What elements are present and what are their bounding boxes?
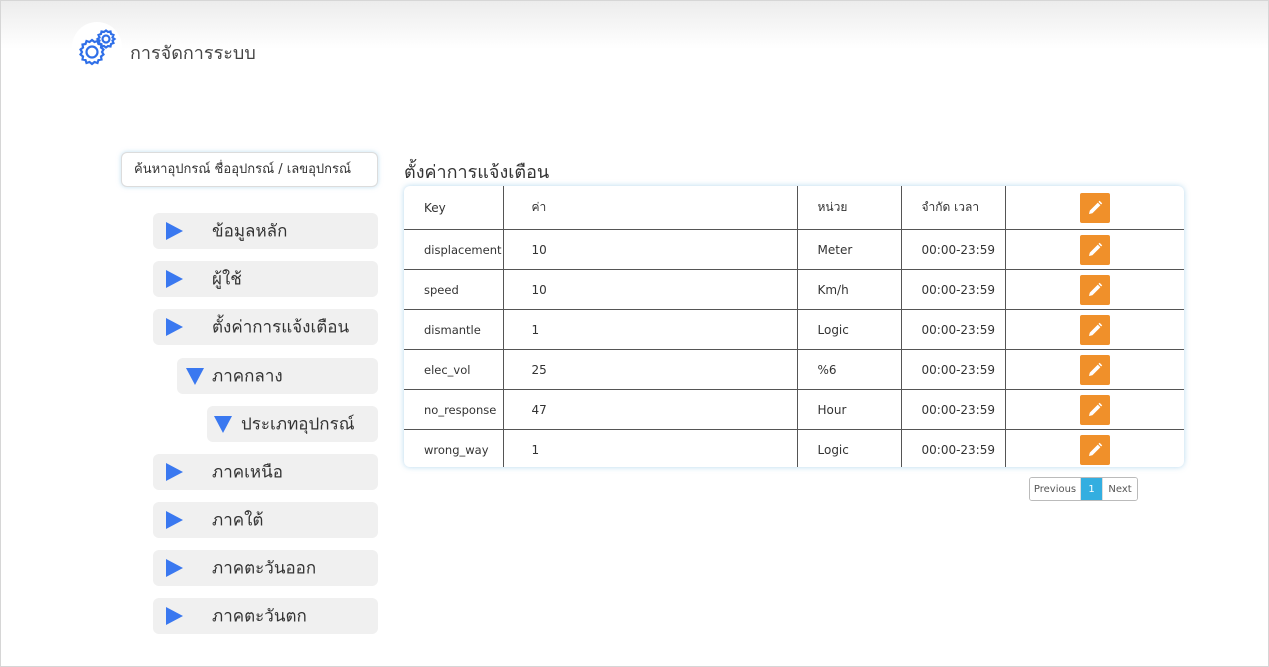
sidebar-item-device-type[interactable]: ประเภทอุปกรณ์	[207, 406, 378, 442]
cell-value: 47	[503, 389, 798, 430]
triangle-right-icon	[166, 607, 183, 625]
edit-row-button[interactable]	[1079, 234, 1110, 265]
edit-row-button[interactable]	[1079, 274, 1110, 305]
section-title: ตั้งค่าการแจ้งเตือน	[404, 162, 550, 183]
triangle-right-icon	[166, 559, 183, 577]
cell-time: 00:00-23:59	[901, 229, 1006, 270]
cell-action	[1005, 430, 1184, 468]
table-row: no_response 47 Hour 00:00-23:59	[404, 389, 1184, 430]
cell-unit: Hour	[797, 389, 902, 430]
cell-action	[1005, 389, 1184, 430]
cell-time: 00:00-23:59	[901, 269, 1006, 310]
sidebar-item-label: ภาคใต้	[212, 510, 264, 531]
edit-row-button[interactable]	[1079, 314, 1110, 345]
triangle-right-icon	[166, 318, 183, 336]
triangle-right-icon	[166, 511, 183, 529]
cell-value: 10	[503, 269, 798, 310]
sidebar-item-south[interactable]: ภาคใต้	[153, 502, 378, 538]
sidebar-item-label: ภาคเหนือ	[212, 462, 283, 483]
table-row: dismantle 1 Logic 00:00-23:59	[404, 309, 1184, 350]
sidebar-item-east[interactable]: ภาคตะวันออก	[153, 550, 378, 586]
cell-key: speed	[404, 269, 504, 310]
cell-key: wrong_way	[404, 429, 504, 467]
sidebar-item-master-data[interactable]: ข้อมูลหลัก	[153, 213, 378, 249]
cell-value: 10	[503, 229, 798, 270]
edit-all-button[interactable]	[1079, 192, 1110, 223]
sidebar-item-alert-settings[interactable]: ตั้งค่าการแจ้งเตือน	[153, 309, 378, 345]
table-row: elec_vol 25 %6 00:00-23:59	[404, 349, 1184, 390]
column-header-time: จำกัด เวลา	[901, 186, 1006, 230]
sidebar-item-north[interactable]: ภาคเหนือ	[153, 454, 378, 490]
cell-action	[1005, 349, 1184, 390]
triangle-right-icon	[166, 270, 183, 288]
sidebar-item-central[interactable]: ภาคกลาง	[177, 358, 378, 394]
cell-key: elec_vol	[404, 349, 504, 390]
edit-row-button[interactable]	[1079, 394, 1110, 425]
gears-icon	[72, 22, 122, 72]
table-row: speed 10 Km/h 00:00-23:59	[404, 269, 1184, 310]
column-header-value: ค่า	[503, 186, 798, 230]
alert-settings-table: Key ค่า หน่วย จำกัด เวลา displacement 10…	[404, 186, 1184, 467]
edit-row-button[interactable]	[1079, 354, 1110, 385]
cell-unit: Km/h	[797, 269, 902, 310]
cell-unit: Logic	[797, 309, 902, 350]
column-header-key: Key	[404, 186, 504, 230]
sidebar-item-label: ภาคตะวันตก	[212, 606, 307, 627]
table-row: displacement 10 Meter 00:00-23:59	[404, 229, 1184, 270]
cell-unit: %6	[797, 349, 902, 390]
cell-unit: Meter	[797, 229, 902, 270]
cell-time: 00:00-23:59	[901, 389, 1006, 430]
page-title: การจัดการระบบ	[130, 43, 256, 64]
edit-row-button[interactable]	[1079, 434, 1110, 465]
sidebar-item-label: ภาคตะวันออก	[212, 558, 317, 579]
sidebar-item-west[interactable]: ภาคตะวันตก	[153, 598, 378, 634]
cell-key: dismantle	[404, 309, 504, 350]
cell-value: 25	[503, 349, 798, 390]
sidebar-item-label: ตั้งค่าการแจ้งเตือน	[212, 317, 350, 338]
pencil-icon	[1088, 322, 1102, 336]
sidebar-item-label: ประเภทอุปกรณ์	[241, 414, 355, 435]
pencil-icon	[1088, 282, 1102, 296]
cell-time: 00:00-23:59	[901, 309, 1006, 350]
pagination-page-current[interactable]: 1	[1081, 478, 1102, 500]
pencil-icon	[1088, 200, 1102, 214]
sidebar-item-users[interactable]: ผู้ใช้	[153, 261, 378, 297]
triangle-down-icon	[186, 368, 204, 385]
cell-key: displacement	[404, 229, 504, 270]
pagination-previous[interactable]: Previous	[1030, 478, 1081, 500]
triangle-down-icon	[214, 416, 232, 433]
device-search-input[interactable]	[121, 152, 378, 187]
cell-action	[1005, 229, 1184, 270]
cell-time: 00:00-23:59	[901, 349, 1006, 390]
cell-action	[1005, 309, 1184, 350]
table-row: wrong_way 1 Logic 00:00-23:59	[404, 429, 1184, 468]
triangle-right-icon	[166, 463, 183, 481]
pagination: Previous 1 Next	[1029, 477, 1138, 501]
cell-key: no_response	[404, 389, 504, 430]
column-header-action	[1005, 186, 1184, 230]
pencil-icon	[1088, 362, 1102, 376]
column-header-unit: หน่วย	[797, 186, 902, 230]
pencil-icon	[1088, 442, 1102, 456]
cell-action	[1005, 269, 1184, 310]
cell-value: 1	[503, 309, 798, 350]
cell-value: 1	[503, 429, 798, 467]
sidebar-item-label: ผู้ใช้	[212, 269, 242, 290]
pagination-next[interactable]: Next	[1102, 478, 1137, 500]
sidebar-item-label: ข้อมูลหลัก	[212, 221, 288, 242]
pencil-icon	[1088, 242, 1102, 256]
triangle-right-icon	[166, 222, 183, 240]
sidebar-item-label: ภาคกลาง	[212, 366, 283, 387]
cell-unit: Logic	[797, 429, 902, 467]
cell-time: 00:00-23:59	[901, 429, 1006, 467]
table-header-row: Key ค่า หน่วย จำกัด เวลา	[404, 186, 1184, 230]
pencil-icon	[1088, 402, 1102, 416]
